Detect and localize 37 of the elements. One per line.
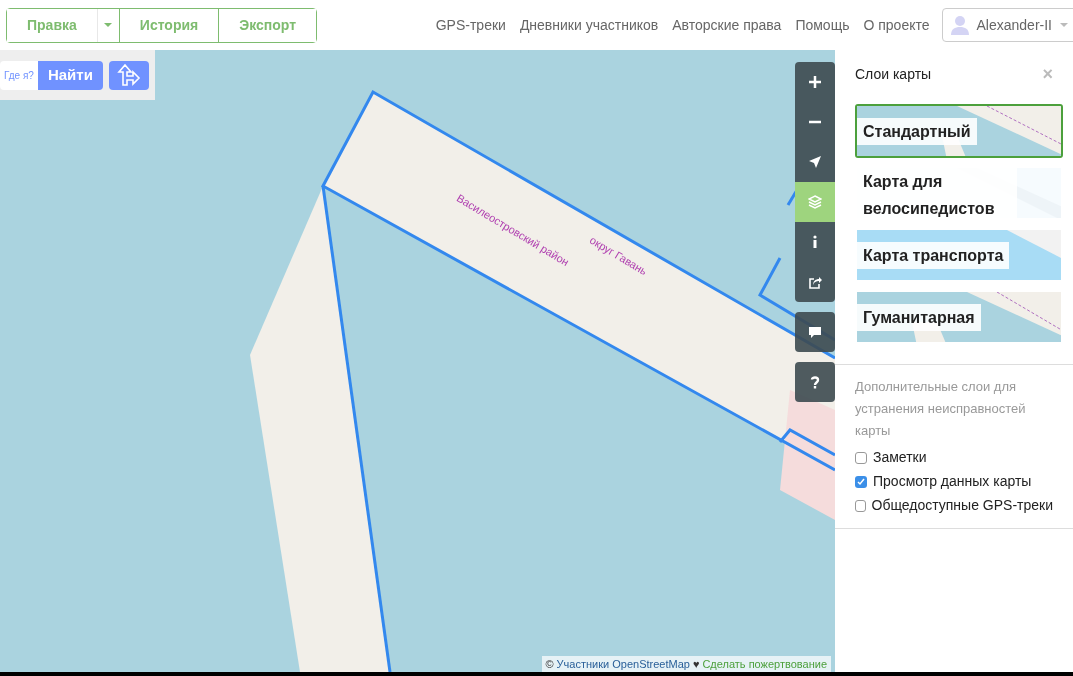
caret-icon xyxy=(104,23,113,27)
map-control-button[interactable] xyxy=(795,142,835,182)
sidebar-title: Слои карты xyxy=(855,64,932,84)
map-control-button[interactable] xyxy=(795,312,835,352)
overlay-checkbox[interactable]: Общедоступные GPS-треки xyxy=(855,495,1053,516)
question-mark-icon xyxy=(808,375,822,389)
contributors-link[interactable]: Участники OpenStreetMap xyxy=(556,655,690,672)
directions-button[interactable] xyxy=(108,60,149,90)
map-control-button[interactable] xyxy=(795,362,835,402)
user-menu-button[interactable]: Alexander-II xyxy=(941,8,1073,42)
heart-symbol: ♥ xyxy=(692,656,700,672)
zoom-in-icon xyxy=(808,75,822,89)
avatar-icon xyxy=(950,15,969,35)
layers-icon xyxy=(808,195,822,209)
checkbox[interactable] xyxy=(855,451,867,464)
navigation-arrow-icon xyxy=(808,155,822,169)
caret-icon xyxy=(1060,23,1068,27)
nav-link[interactable]: О проекте xyxy=(863,14,930,36)
copyright-symbol: © xyxy=(545,656,554,672)
layer-option[interactable]: Стандартный xyxy=(855,104,1063,158)
layer-option[interactable]: Карта транспорта xyxy=(855,228,1063,282)
directions-icon xyxy=(116,64,141,86)
speech-bubble-icon xyxy=(808,325,822,339)
nav-link[interactable]: GPS-треки xyxy=(435,14,506,36)
nav-link[interactable]: Авторские права xyxy=(672,14,782,36)
where-am-i-link[interactable]: Где я? xyxy=(0,60,38,90)
checkbox[interactable] xyxy=(855,475,867,488)
share-icon xyxy=(808,275,822,289)
checkbox[interactable] xyxy=(855,499,866,512)
overlay-checkbox[interactable]: Просмотр данных карты xyxy=(855,471,1053,492)
map-control-button[interactable] xyxy=(795,62,835,102)
map-control-button[interactable] xyxy=(795,262,835,302)
layer-option[interactable]: Гуманитарная xyxy=(855,290,1063,344)
nav-link[interactable]: Помощь xyxy=(795,14,850,36)
nav-link[interactable]: Дневники участников xyxy=(519,14,659,36)
overlays-description: Дополнительные слои для устранения неисправностей карты xyxy=(854,378,1027,440)
overlay-checkbox[interactable]: Заметки xyxy=(855,447,1053,468)
